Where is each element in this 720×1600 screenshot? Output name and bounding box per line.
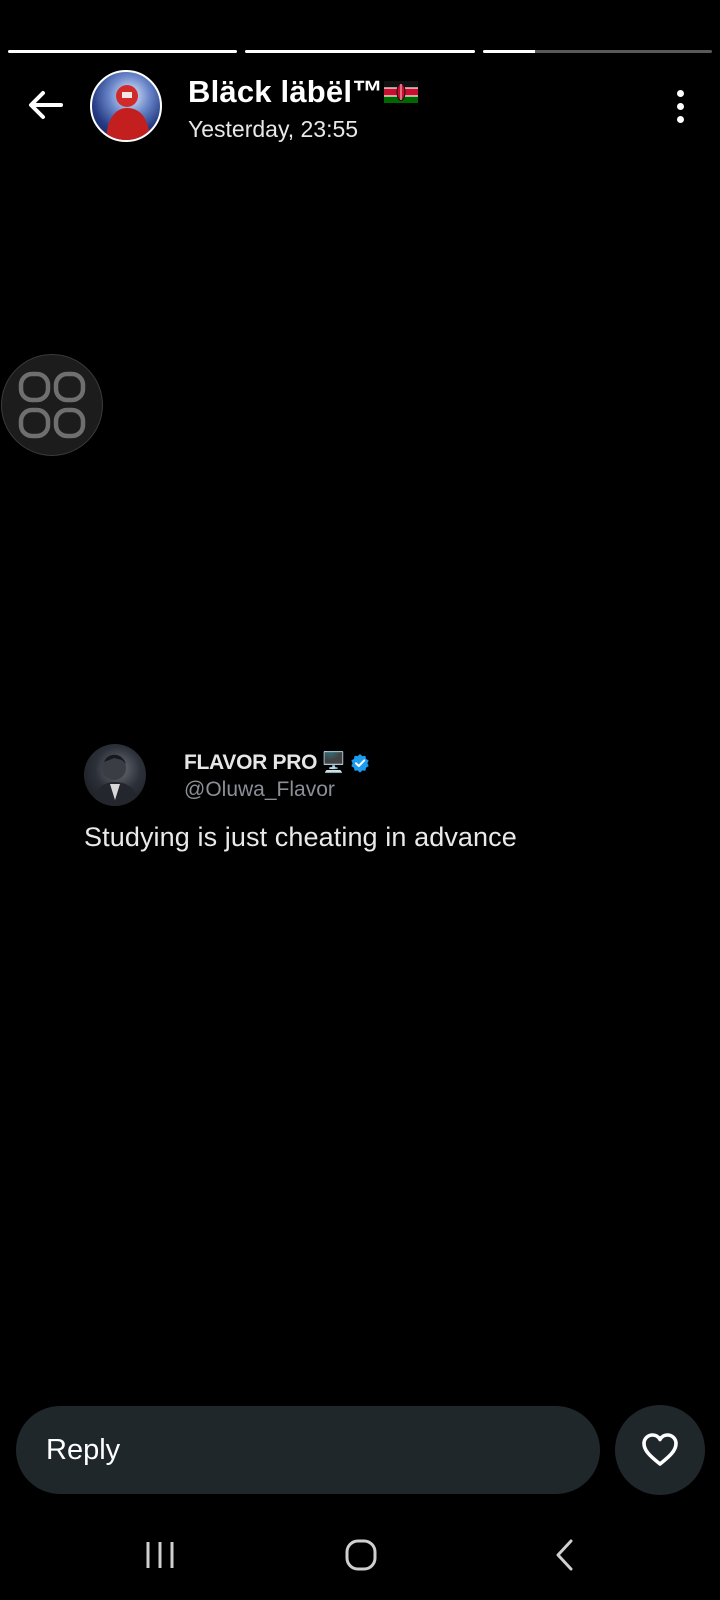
reply-placeholder: Reply: [46, 1434, 121, 1466]
more-options-button[interactable]: [668, 84, 692, 128]
kenya-flag-icon: [384, 81, 419, 103]
reply-input[interactable]: Reply: [16, 1406, 600, 1494]
home-icon: [345, 1539, 377, 1571]
tweet-avatar-image: [92, 754, 140, 806]
story-header: Bläck läbël™ Yesterday, 23:55: [0, 66, 720, 146]
tweet-handle: @Oluwa_Flavor: [184, 778, 335, 801]
arrow-left-icon: [29, 91, 63, 119]
story-progress-segment: [8, 50, 238, 53]
story-progress-segment: [482, 50, 712, 53]
back-button[interactable]: [22, 82, 68, 128]
nav-back-button[interactable]: [530, 1530, 600, 1580]
story-timestamp: Yesterday, 23:55: [188, 116, 359, 142]
desktop-computer-emoji: 🖥️: [321, 752, 346, 774]
nav-back-icon: [556, 1539, 573, 1571]
home-button[interactable]: [326, 1530, 396, 1580]
tweet-author: FLAVOR PRO 🖥️: [184, 750, 370, 775]
system-navigation-bar: [0, 1510, 720, 1600]
tweet-text: Studying is just cheating in advance: [84, 822, 517, 852]
story-username[interactable]: Bläck läbël™: [188, 74, 419, 110]
heart-icon: [642, 1433, 678, 1466]
more-vertical-icon-dot: [676, 115, 684, 123]
avatar-image: [106, 85, 150, 140]
like-button[interactable]: [615, 1405, 705, 1495]
tweet-avatar: [84, 744, 146, 806]
grid-icon: [18, 371, 86, 439]
recent-apps-button[interactable]: [125, 1530, 195, 1580]
more-vertical-icon-dot: [676, 102, 684, 110]
verified-badge-icon: [351, 753, 369, 773]
username-text: Bläck läbël™: [188, 74, 384, 109]
floating-grid-button[interactable]: [1, 354, 103, 456]
story-progress-segment: [245, 50, 475, 53]
story-progress: [8, 50, 712, 54]
recent-apps-icon: [146, 1542, 174, 1568]
more-vertical-icon: [676, 89, 684, 97]
tweet-author-name: FLAVOR PRO: [184, 750, 318, 774]
avatar[interactable]: [90, 70, 162, 142]
